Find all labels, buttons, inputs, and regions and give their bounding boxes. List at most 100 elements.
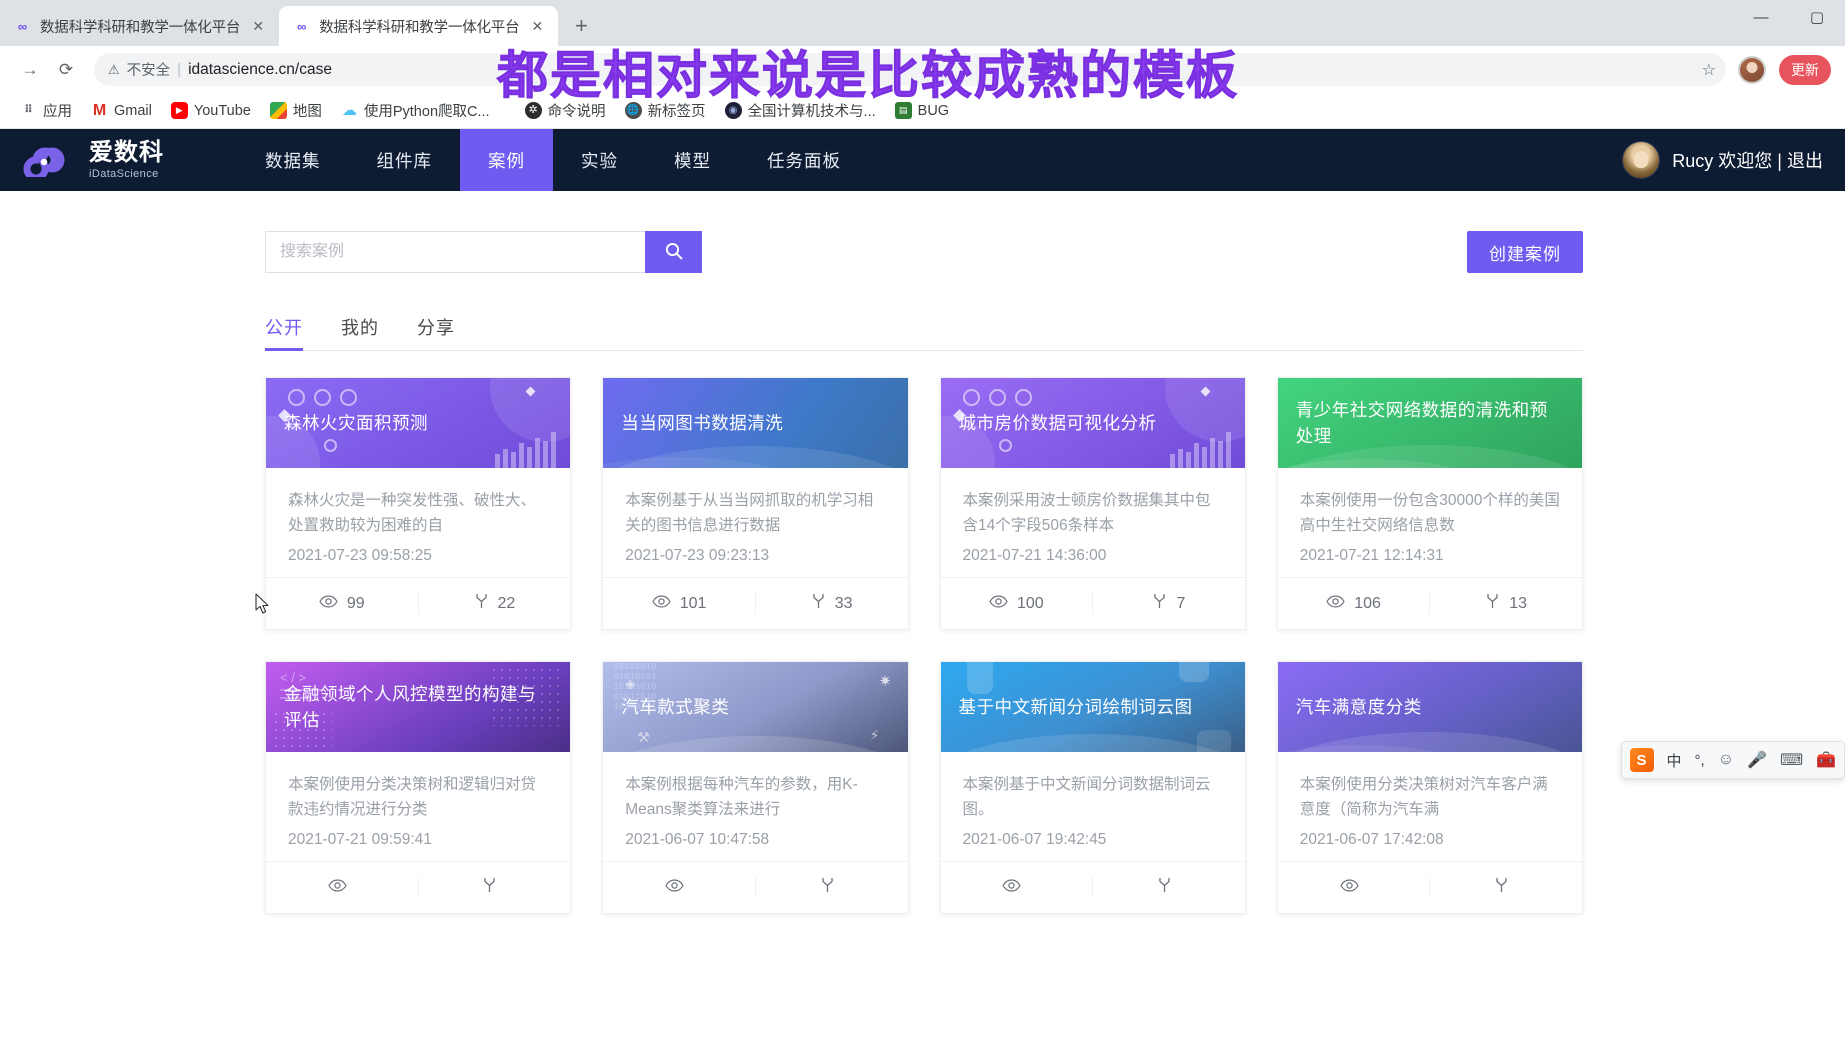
address-bar-url: idatascience.cn/case — [188, 60, 332, 78]
maximize-button[interactable]: ▢ — [1789, 0, 1845, 34]
card-date: 2021-07-23 09:23:13 — [625, 547, 770, 565]
bookmark-maps[interactable]: 地图 — [262, 96, 330, 125]
forks-count: 13 — [1509, 594, 1528, 612]
bookmark-bug[interactable]: ▤ BUG — [887, 98, 957, 123]
tab-mine[interactable]: 我的 — [341, 314, 379, 350]
case-card[interactable]: 青少年社交网络数据的清洗和预处理 本案例使用一份包含30000个样的美国高中生社… — [1276, 377, 1583, 631]
card-body: 本案例基于中文新闻分词数据制词云图。 2021-06-07 19:42:45 — [941, 752, 1245, 861]
card-title: 森林火灾面积预测 — [284, 412, 428, 433]
eye-icon — [1002, 879, 1022, 897]
tab-public[interactable]: 公开 — [265, 314, 303, 351]
browser-toolbar: → ⟳ ⚠ 不安全 | idatascience.cn/case ☆ 更新 — [0, 46, 1845, 93]
case-card[interactable]: 汽车满意度分类 本案例使用分类决策树对汽车客户满意度（简称为汽车满 2021-0… — [1276, 661, 1583, 915]
browser-tab-1[interactable]: ∞ 数据科学科研和教学一体化平台 ✕ — [0, 6, 280, 46]
case-card[interactable]: < / > 金融领域个人风控模型的构建与评估 本案例使用分类决策树和逻辑归对贷款… — [265, 661, 572, 915]
case-card[interactable]: 10101010 01010101 10101010 01011010 10100101… — [602, 661, 909, 915]
card-forks: 33 — [754, 593, 908, 615]
card-title: 基于中文新闻分词绘制词云图 — [958, 697, 1193, 718]
ime-toolbar[interactable]: S 中 °, ☺ 🎤 ⌨ 🧰 — [1620, 741, 1845, 779]
card-date: 2021-07-21 14:36:00 — [962, 547, 1107, 565]
fork-icon — [474, 593, 489, 614]
card-description: 森林火灾是一种突发性强、破性大、处置救助较为困难的自 — [288, 492, 537, 535]
case-card[interactable]: 当当网图书数据清洗 本案例基于从当当网抓取的机学习相关的图书信息进行数据 202… — [602, 377, 909, 631]
smiley-icon[interactable]: ☺ — [1718, 751, 1734, 769]
star-icon[interactable]: ☆ — [1702, 60, 1716, 80]
close-icon[interactable]: ✕ — [528, 17, 546, 35]
bookmark-youtube[interactable]: ▶ YouTube — [163, 98, 259, 123]
search-icon — [664, 241, 684, 264]
keyboard-icon[interactable]: ⌨ — [1780, 750, 1803, 770]
toolbox-icon[interactable]: 🧰 — [1816, 750, 1836, 770]
case-card[interactable]: 基于中文新闻分词绘制词云图 本案例基于中文新闻分词数据制词云图。 2021-06… — [939, 661, 1246, 915]
browser-tab-2[interactable]: ∞ 数据科学科研和教学一体化平台 ✕ — [279, 6, 559, 46]
card-footer: 101 33 — [603, 577, 908, 629]
card-title: 金融领域个人风控模型的构建与评估 — [284, 683, 536, 731]
card-cover: < / > 金融领域个人风控模型的构建与评估 — [266, 662, 571, 753]
tab-title: 数据科学科研和教学一体化平台 — [319, 19, 520, 36]
fork-icon — [1157, 877, 1172, 898]
nav-item-task-panel[interactable]: 任务面板 — [739, 129, 869, 191]
bookmark-label: 应用 — [43, 104, 72, 120]
infinity-icon: ∞ — [297, 18, 307, 34]
card-body: 本案例基于从当当网抓取的机学习相关的图书信息进行数据 2021-07-23 09… — [603, 468, 907, 577]
bookmark-gmail[interactable]: M Gmail — [83, 98, 160, 123]
case-card[interactable]: 城市房价数据可视化分析 本案例采用波士顿房价数据集其中包含14个字段506条样本… — [939, 377, 1246, 631]
sogou-logo-icon[interactable]: S — [1629, 748, 1654, 772]
tab-shared[interactable]: 分享 — [417, 314, 455, 350]
bookmark-apps[interactable]: ⠿ 应用 — [12, 96, 80, 125]
update-button[interactable]: 更新 — [1779, 54, 1831, 85]
search-group — [265, 231, 702, 273]
create-case-button[interactable]: 创建案例 — [1467, 231, 1583, 273]
case-card[interactable]: 森林火灾面积预测 森林火灾是一种突发性强、破性大、处置救助较为困难的自 2021… — [265, 377, 572, 631]
card-body: 本案例采用波士顿房价数据集其中包含14个字段506条样本 2021-07-21 … — [941, 468, 1245, 577]
user-menu[interactable]: Rucy 欢迎您 | 退出 — [1622, 129, 1823, 191]
card-description: 本案例使用一份包含30000个样的美国高中生社交网络信息数 — [1299, 492, 1560, 535]
bookmark-new-tab-page[interactable]: 🌐 新标签页 — [617, 96, 714, 125]
card-description: 本案例使用分类决策树对汽车客户满意度（简称为汽车满 — [1299, 776, 1548, 819]
infinity-icon: ∞ — [17, 18, 28, 34]
nav-item-experiments[interactable]: 实验 — [553, 129, 646, 191]
card-date: 2021-06-07 19:42:45 — [962, 831, 1107, 849]
forks-count: 7 — [1176, 594, 1186, 612]
microphone-icon[interactable]: 🎤 — [1747, 750, 1767, 770]
card-views: 106 — [1278, 595, 1430, 613]
bookmark-python-crawler[interactable]: ☁ 使用Python爬取C... — [333, 96, 498, 125]
minimize-button[interactable]: — — [1733, 0, 1789, 34]
fork-icon — [820, 877, 835, 898]
card-cover: 10101010 01010101 10101010 01011010 10100101… — [603, 662, 908, 753]
card-footer — [1277, 861, 1582, 913]
card-forks — [754, 877, 908, 899]
bookmark-national-computer[interactable]: ◉ 全国计算机技术与... — [717, 96, 884, 125]
avatar — [1622, 141, 1661, 179]
card-description: 本案例根据每种汽车的参数，用K-Means聚类算法来进行 — [625, 776, 858, 819]
search-input[interactable] — [265, 231, 645, 273]
close-icon[interactable]: ✕ — [249, 17, 267, 35]
bar-chart-icon — [495, 432, 557, 468]
fork-icon — [811, 593, 826, 614]
page-content: 爱数科 iDataScience 数据集 组件库 案例 实验 模型 任务面板 R… — [0, 129, 1845, 987]
address-bar[interactable]: ⚠ 不安全 | idatascience.cn/case ☆ — [94, 53, 1726, 86]
ime-punctuation-mode[interactable]: °, — [1695, 752, 1705, 769]
nav-item-datasets[interactable]: 数据集 — [237, 129, 349, 191]
reload-icon[interactable]: ⟳ — [50, 54, 82, 86]
card-date: 2021-06-07 10:47:58 — [625, 831, 770, 849]
bookmark-command-doc[interactable]: ✲ 命令说明 — [517, 96, 614, 125]
forward-button[interactable]: → — [14, 54, 46, 86]
site-logo[interactable]: 爱数科 iDataScience — [22, 140, 237, 182]
nav-item-components[interactable]: 组件库 — [349, 129, 461, 191]
bookmark-label: 新标签页 — [647, 104, 706, 120]
card-forks — [417, 877, 571, 899]
apps-grid-icon: ⠿ — [24, 104, 33, 116]
eye-icon — [328, 879, 347, 897]
browser-profile-avatar[interactable] — [1738, 55, 1766, 84]
new-tab-button[interactable]: + — [564, 9, 598, 43]
card-views — [941, 879, 1093, 897]
nav-item-models[interactable]: 模型 — [646, 129, 739, 191]
card-date: 2021-07-21 12:14:31 — [1299, 547, 1444, 565]
ime-language-mode[interactable]: 中 — [1667, 750, 1682, 771]
card-body: 本案例使用一份包含30000个样的美国高中生社交网络信息数 2021-07-21… — [1278, 468, 1582, 577]
nav-item-cases[interactable]: 案例 — [460, 129, 553, 191]
card-forks: 22 — [417, 593, 571, 615]
card-date: 2021-07-23 09:58:25 — [288, 547, 432, 565]
search-button[interactable] — [645, 231, 702, 273]
